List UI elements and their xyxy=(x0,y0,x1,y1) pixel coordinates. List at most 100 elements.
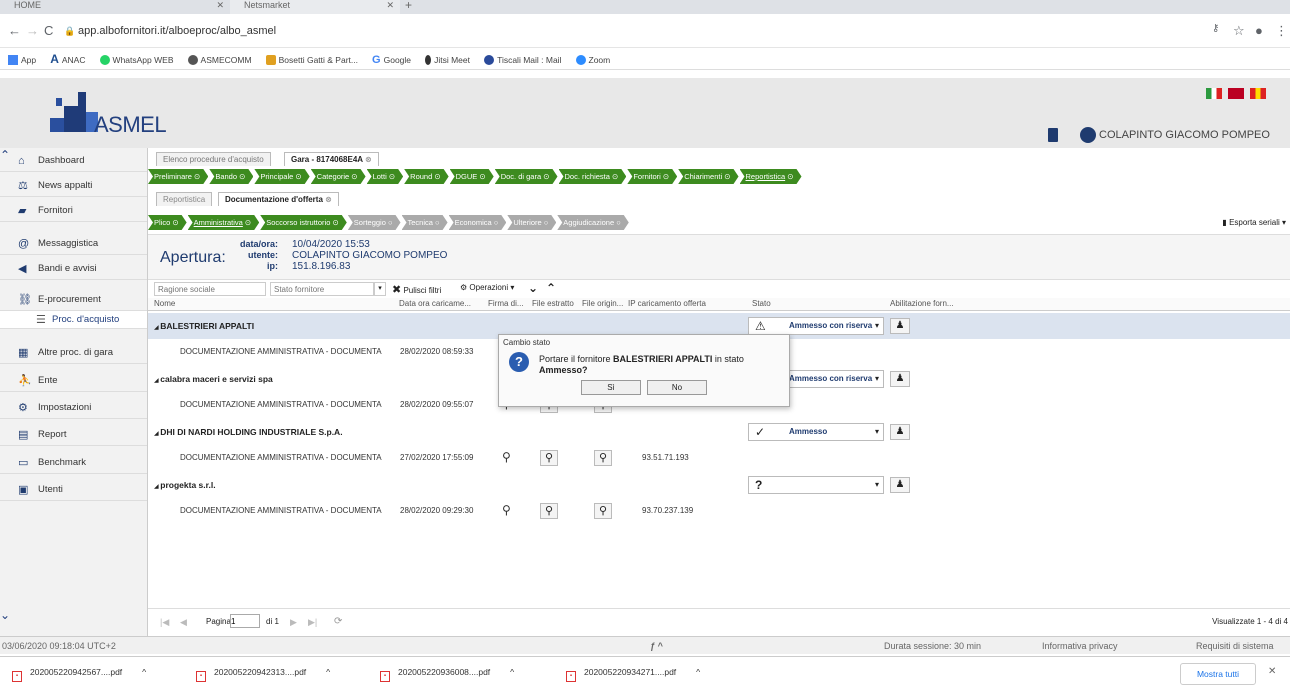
key-icon[interactable]: ⚷ xyxy=(1212,23,1219,34)
clear-filters-button[interactable]: ✖ Pulisci filtri xyxy=(392,283,441,296)
step-7[interactable]: Doc. di gara ⊙ xyxy=(495,169,558,184)
file-estratto-search-icon[interactable]: ⚲ xyxy=(540,503,558,519)
tab-reportistica[interactable]: Reportistica xyxy=(156,192,213,206)
offer-step-4[interactable]: Tecnica ○ xyxy=(402,215,448,230)
abilitazione-button[interactable]: ♟ xyxy=(890,477,910,493)
document-row[interactable]: DOCUMENTAZIONE AMMINISTRATIVA - DOCUMENT… xyxy=(148,445,1290,471)
step-10[interactable]: Chiarimenti ⊙ xyxy=(678,169,738,184)
step-1[interactable]: Bando ⊙ xyxy=(209,169,253,184)
column-stato[interactable]: Stato xyxy=(752,299,771,308)
column-file-estratto[interactable]: File estratto xyxy=(532,299,574,308)
download-item[interactable]: ▪ 202005220942567....pdf ^ xyxy=(12,667,146,682)
sidebar-item-ente[interactable]: ⛹ Ente xyxy=(0,370,147,392)
sidebar-item-fornitori[interactable]: ▰ Fornitori xyxy=(0,200,147,222)
bookmark-zoom[interactable]: Zoom xyxy=(575,49,610,69)
download-item[interactable]: ▪ 202005220942313....pdf ^ xyxy=(196,667,330,682)
browser-tab-netsmarket[interactable]: Netsmarket ✕ xyxy=(230,0,400,14)
export-button[interactable]: ▮ Esporta seriali ▾ xyxy=(1222,218,1286,227)
sidebar-item-proc-acquisto[interactable]: ☰ Proc. d'acquisto xyxy=(0,311,147,329)
sidebar-item-report[interactable]: ▤ Report xyxy=(0,424,147,446)
group-row[interactable]: ◢ progekta s.r.l. xyxy=(148,472,1290,498)
show-all-downloads-button[interactable]: Mostra tutti xyxy=(1180,663,1256,685)
stato-select[interactable]: ⚠ Ammesso con riserva ▾ xyxy=(748,317,884,335)
chevron-down-icon[interactable]: ▾ xyxy=(875,371,879,387)
info-icon[interactable]: ƒ ^ xyxy=(650,637,663,655)
stato-select[interactable]: ? ▾ xyxy=(748,476,884,494)
sidebar-item-news-appalti[interactable]: ⚖ News appalti xyxy=(0,175,147,197)
stato-fornitore-filter[interactable] xyxy=(270,282,374,296)
column-ip[interactable]: IP caricamento offerta xyxy=(628,299,706,308)
back-icon[interactable]: ← xyxy=(8,23,21,38)
download-item[interactable]: ▪ 202005220936008....pdf ^ xyxy=(380,667,514,682)
asmel-logo[interactable]: ASMEL xyxy=(44,88,167,144)
file-origin-search-icon[interactable]: ⚲ xyxy=(594,503,612,519)
first-page-icon[interactable]: |◀ xyxy=(160,617,169,628)
step-4[interactable]: Lotti ⊙ xyxy=(367,169,404,184)
chevron-down-icon[interactable]: ▾ xyxy=(875,318,879,334)
column-firma[interactable]: Firma di... xyxy=(488,299,524,308)
bookmark-tiscali[interactable]: Tiscali Mail : Mail xyxy=(484,49,561,69)
notebook-icon[interactable] xyxy=(1048,128,1058,142)
ragione-sociale-filter[interactable] xyxy=(154,282,266,296)
flag-spain-icon[interactable] xyxy=(1250,88,1266,99)
privacy-link[interactable]: Informativa privacy xyxy=(1042,637,1118,655)
sidebar-item-utenti[interactable]: ▣ Utenti xyxy=(0,479,147,501)
sidebar-item-messaggistica[interactable]: @ Messaggistica xyxy=(0,233,147,255)
tab-elenco-procedure[interactable]: Elenco procedure d'acquisto xyxy=(156,152,271,166)
star-icon[interactable]: ☆ xyxy=(1233,23,1245,39)
chevron-up-icon[interactable]: ^ xyxy=(326,667,330,677)
last-page-icon[interactable]: ▶| xyxy=(308,617,317,628)
step-6[interactable]: DGUE ⊙ xyxy=(450,169,494,184)
user-avatar-icon[interactable] xyxy=(1080,127,1096,143)
firma-search-icon[interactable]: ⚲ xyxy=(502,503,511,517)
chevron-up-icon[interactable]: ^ xyxy=(696,667,700,677)
page-input[interactable] xyxy=(230,614,260,628)
document-row[interactable]: DOCUMENTAZIONE AMMINISTRATIVA - DOCUMENT… xyxy=(148,498,1290,524)
collapse-all-icon[interactable]: ⌃ xyxy=(546,281,556,295)
offer-step-5[interactable]: Economica ○ xyxy=(449,215,507,230)
chevron-up-icon[interactable]: ^ xyxy=(510,667,514,677)
close-tab-icon[interactable]: ✕ xyxy=(216,0,224,10)
offer-step-1[interactable]: Amministrativa ⊙ xyxy=(188,215,260,230)
column-abilitazione[interactable]: Abilitazione forn... xyxy=(890,299,954,308)
step-11[interactable]: Reportistica ⊙ xyxy=(740,169,802,184)
tab-documentazione-offerta[interactable]: Documentazione d'offerta ⊗ xyxy=(218,192,339,206)
reload-icon[interactable]: C xyxy=(44,23,53,38)
chevron-up-icon[interactable]: ^ xyxy=(142,667,146,677)
language-selector[interactable] xyxy=(1206,88,1268,100)
menu-icon[interactable]: ⋮ xyxy=(1275,23,1288,39)
firma-search-icon[interactable]: ⚲ xyxy=(502,450,511,464)
offer-step-2[interactable]: Soccorso istruttorio ⊙ xyxy=(260,215,347,230)
group-row[interactable]: ◢ DHI DI NARDI HOLDING INDUSTRIALE S.p.A… xyxy=(148,419,1290,445)
sidebar-item-impostazioni[interactable]: ⚙ Impostazioni xyxy=(0,397,147,419)
refresh-icon[interactable]: ⟳ xyxy=(334,616,342,627)
offer-step-7[interactable]: Aggiudicazione ○ xyxy=(557,215,629,230)
column-data[interactable]: Data ora caricame... xyxy=(399,299,471,308)
step-8[interactable]: Doc. richiesta ⊙ xyxy=(559,169,627,184)
tab-gara[interactable]: Gara - 8174068E4A ⊗ xyxy=(284,152,379,166)
column-nome[interactable]: Nome xyxy=(154,299,175,308)
abilitazione-button[interactable]: ♟ xyxy=(890,371,910,387)
close-tab-icon[interactable]: ⊗ xyxy=(365,155,372,164)
file-estratto-search-icon[interactable]: ⚲ xyxy=(540,450,558,466)
next-page-icon[interactable]: ▶ xyxy=(290,617,297,628)
step-3[interactable]: Categorie ⊙ xyxy=(311,169,366,184)
download-item[interactable]: ▪ 202005220934271....pdf ^ xyxy=(566,667,700,682)
chevron-down-icon[interactable]: ▾ xyxy=(875,477,879,493)
offer-step-3[interactable]: Sorteggio ○ xyxy=(348,215,401,230)
bookmark-apps[interactable]: App xyxy=(8,49,36,69)
expand-all-icon[interactable]: ⌄ xyxy=(528,281,538,295)
bookmark-jitsi[interactable]: Jitsi Meet xyxy=(425,49,470,69)
close-tab-icon[interactable]: ⊗ xyxy=(325,195,332,204)
chevron-down-icon[interactable]: ▾ xyxy=(875,424,879,440)
offer-step-6[interactable]: Ulteriore ○ xyxy=(507,215,556,230)
stato-dropdown-toggle[interactable]: ▾ xyxy=(374,282,386,296)
bookmark-anac[interactable]: A ANAC xyxy=(50,48,85,69)
stato-select[interactable]: ✓ Ammesso ▾ xyxy=(748,423,884,441)
sidebar-item-benchmark[interactable]: ▭ Benchmark xyxy=(0,452,147,474)
yes-button[interactable]: Sì xyxy=(581,380,641,395)
requirements-link[interactable]: Requisiti di sistema xyxy=(1196,637,1274,655)
collapse-down-icon[interactable]: ⌄ xyxy=(0,608,10,628)
url-field[interactable]: 🔒 app.albofornitori.it/alboeproc/albo_asm… xyxy=(60,20,1200,42)
bookmark-bosetti[interactable]: Bosetti Gatti & Part... xyxy=(265,49,358,69)
